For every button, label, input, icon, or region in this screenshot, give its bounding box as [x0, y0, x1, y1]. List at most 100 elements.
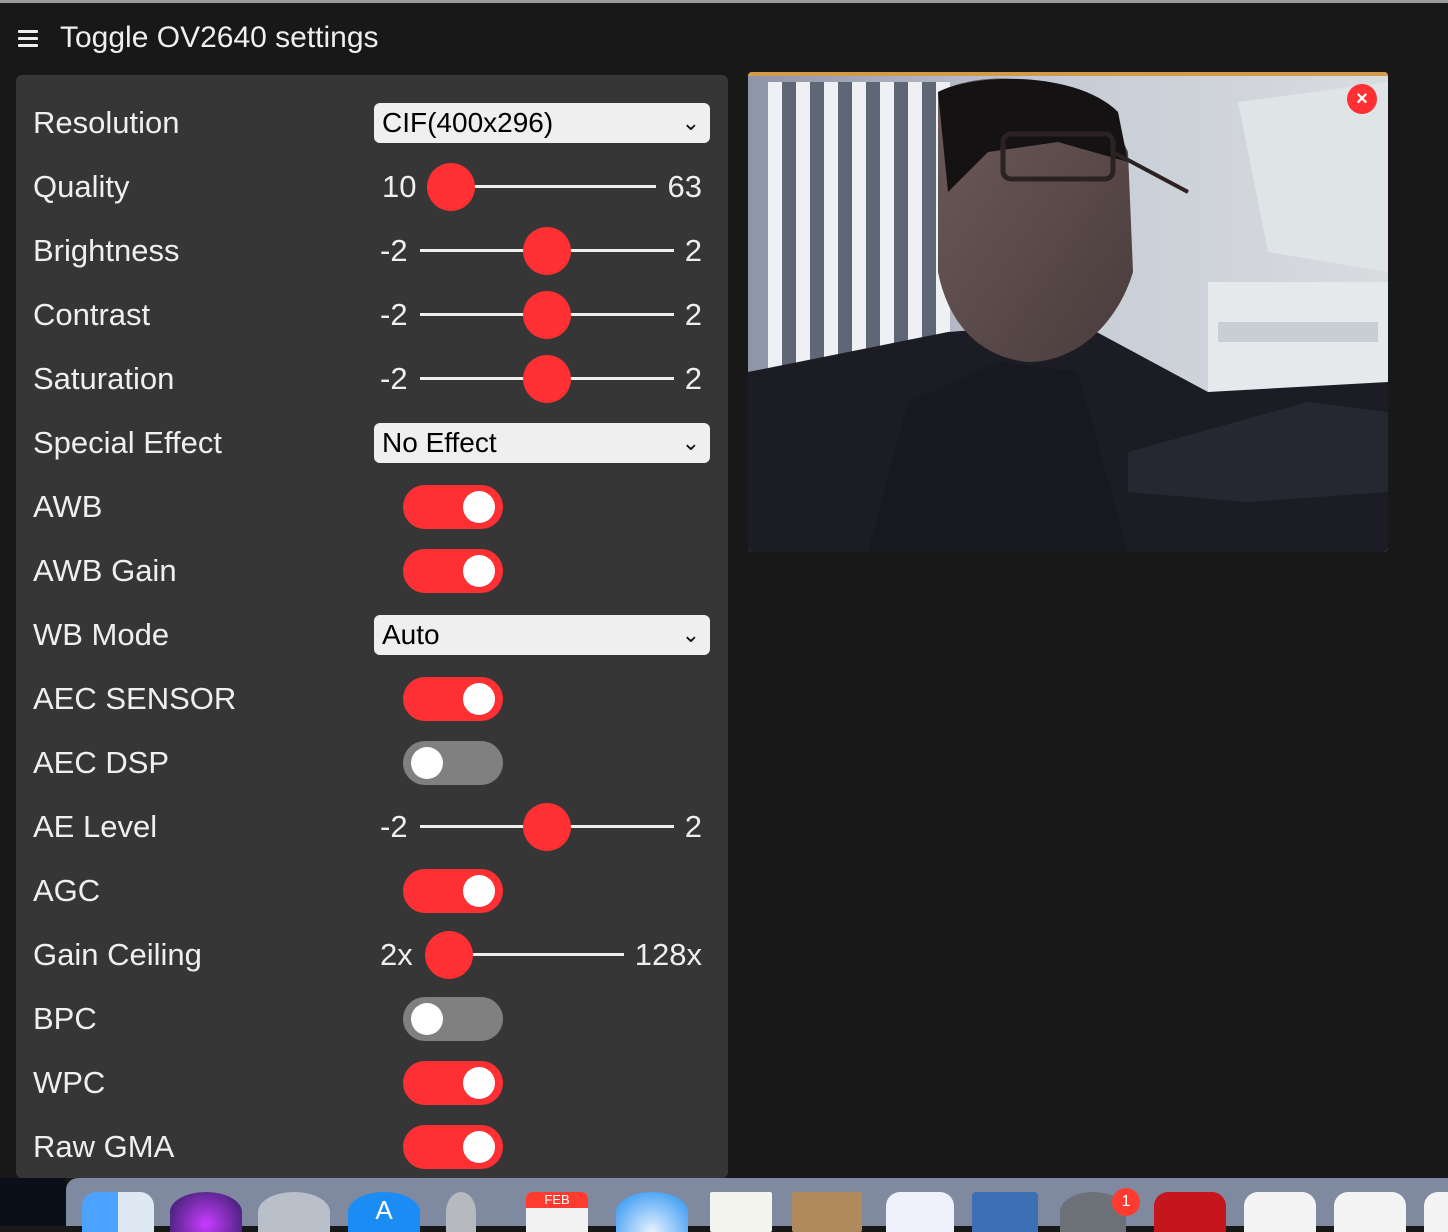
toggle-knob — [411, 1003, 443, 1035]
bpc-toggle[interactable] — [403, 997, 503, 1041]
notification-badge: 1 — [1112, 1188, 1140, 1216]
ae-level-min: -2 — [380, 809, 408, 844]
resolution-row: Resolution CIF(400x296) ⌄ — [16, 91, 728, 155]
chevron-down-icon: ⌄ — [681, 430, 700, 455]
toggle-knob — [463, 491, 495, 523]
awb-gain-label: AWB Gain — [33, 553, 177, 588]
awb-toggle[interactable] — [403, 485, 503, 529]
special-effect-select[interactable]: No Effect ⌄ — [374, 423, 710, 463]
siri-icon[interactable] — [170, 1192, 242, 1232]
toggle-knob — [463, 1131, 495, 1163]
quality-slider-track[interactable] — [456, 185, 656, 188]
raw-gma-row: Raw GMA — [16, 1115, 728, 1179]
aec-dsp-row: AEC DSP — [16, 731, 728, 795]
saturation-min: -2 — [380, 361, 408, 396]
quality-max: 63 — [667, 169, 702, 204]
textedit-icon[interactable] — [710, 1192, 772, 1232]
teams-icon[interactable] — [886, 1192, 954, 1232]
excel-icon[interactable] — [1334, 1192, 1406, 1232]
keychain-icon[interactable] — [446, 1192, 476, 1232]
finder-icon[interactable] — [82, 1192, 154, 1232]
saturation-row: Saturation -2 2 — [16, 347, 728, 411]
toggle-knob — [463, 555, 495, 587]
raw-gma-toggle[interactable] — [403, 1125, 503, 1169]
brightness-min: -2 — [380, 233, 408, 268]
contrast-min: -2 — [380, 297, 408, 332]
close-stream-button[interactable]: × — [1347, 84, 1377, 114]
bpc-label: BPC — [33, 1001, 97, 1036]
aec-dsp-toggle[interactable] — [403, 741, 503, 785]
contrast-slider-thumb[interactable] — [523, 291, 571, 339]
wb-mode-row: WB Mode Auto ⌄ — [16, 603, 728, 667]
contrast-row: Contrast -2 2 — [16, 283, 728, 347]
quality-slider-thumb[interactable] — [427, 163, 475, 211]
contrast-label: Contrast — [33, 297, 151, 332]
settings-toggle[interactable]: Toggle OV2640 settings — [18, 16, 379, 60]
awb-gain-row: AWB Gain — [16, 539, 728, 603]
preview-icon[interactable] — [792, 1192, 862, 1232]
contrast-max: 2 — [684, 297, 702, 332]
brightness-max: 2 — [684, 233, 702, 268]
aec-sensor-row: AEC SENSOR — [16, 667, 728, 731]
quality-label: Quality — [33, 169, 130, 204]
aec-sensor-label: AEC SENSOR — [33, 681, 237, 716]
launchpad-icon[interactable] — [258, 1192, 330, 1232]
awb-row: AWB — [16, 475, 728, 539]
gain-ceiling-slider-thumb[interactable] — [425, 931, 473, 979]
wpc-toggle[interactable] — [403, 1061, 503, 1105]
gain-ceiling-label: Gain Ceiling — [33, 937, 202, 972]
resolution-value: CIF(400x296) — [382, 107, 554, 138]
brightness-label: Brightness — [33, 233, 180, 268]
bpc-row: BPC — [16, 987, 728, 1051]
gain-ceiling-row: Gain Ceiling 2x 128x — [16, 923, 728, 987]
quality-row: Quality 10 63 — [16, 155, 728, 219]
agc-toggle[interactable] — [403, 869, 503, 913]
awb-gain-toggle[interactable] — [403, 549, 503, 593]
saturation-label: Saturation — [33, 361, 175, 396]
special-effect-value: No Effect — [382, 427, 497, 458]
dock: A FEB — [66, 1178, 1448, 1232]
wpc-row: WPC — [16, 1051, 728, 1115]
ae-level-label: AE Level — [33, 809, 158, 844]
ae-level-slider-thumb[interactable] — [523, 803, 571, 851]
toggle-knob — [411, 747, 443, 779]
gain-ceiling-min: 2x — [380, 937, 413, 972]
agc-label: AGC — [33, 873, 101, 908]
word-icon[interactable] — [1424, 1192, 1448, 1232]
resolution-select[interactable]: CIF(400x296) ⌄ — [374, 103, 710, 143]
aec-dsp-label: AEC DSP — [33, 745, 170, 780]
ae-level-max: 2 — [684, 809, 702, 844]
wb-mode-select[interactable]: Auto ⌄ — [374, 615, 710, 655]
special-effect-label: Special Effect — [33, 425, 222, 460]
wpc-label: WPC — [33, 1065, 106, 1100]
brightness-row: Brightness -2 2 — [16, 219, 728, 283]
wb-mode-value: Auto — [382, 619, 440, 650]
quality-min: 10 — [382, 169, 417, 204]
settings-panel: Resolution CIF(400x296) ⌄ Quality 10 63 … — [16, 75, 728, 1178]
resolution-label: Resolution — [33, 105, 180, 140]
powerpoint-icon[interactable] — [1244, 1192, 1316, 1232]
app-store-icon[interactable]: A — [348, 1192, 420, 1232]
chevron-down-icon: ⌄ — [681, 110, 700, 135]
wb-mode-label: WB Mode — [33, 617, 170, 652]
gain-ceiling-slider-track[interactable] — [450, 953, 624, 956]
agc-row: AGC — [16, 859, 728, 923]
raw-gma-label: Raw GMA — [33, 1129, 175, 1164]
gain-ceiling-max: 128x — [634, 937, 702, 972]
safari-icon[interactable] — [616, 1192, 688, 1232]
saturation-slider-thumb[interactable] — [523, 355, 571, 403]
virtualbox-icon[interactable] — [972, 1192, 1038, 1232]
window-top-border — [0, 0, 1448, 3]
toggle-knob — [463, 1067, 495, 1099]
camera-stream-image — [748, 72, 1388, 552]
calendar-icon[interactable]: FEB — [526, 1192, 588, 1232]
saturation-max: 2 — [684, 361, 702, 396]
settings-toggle-label: Toggle OV2640 settings — [60, 21, 379, 54]
aec-sensor-toggle[interactable] — [403, 677, 503, 721]
brightness-slider-thumb[interactable] — [523, 227, 571, 275]
desktop-background — [0, 1178, 66, 1226]
acrobat-icon[interactable] — [1154, 1192, 1226, 1232]
special-effect-row: Special Effect No Effect ⌄ — [16, 411, 728, 475]
awb-label: AWB — [33, 489, 103, 524]
calendar-month: FEB — [526, 1192, 588, 1208]
